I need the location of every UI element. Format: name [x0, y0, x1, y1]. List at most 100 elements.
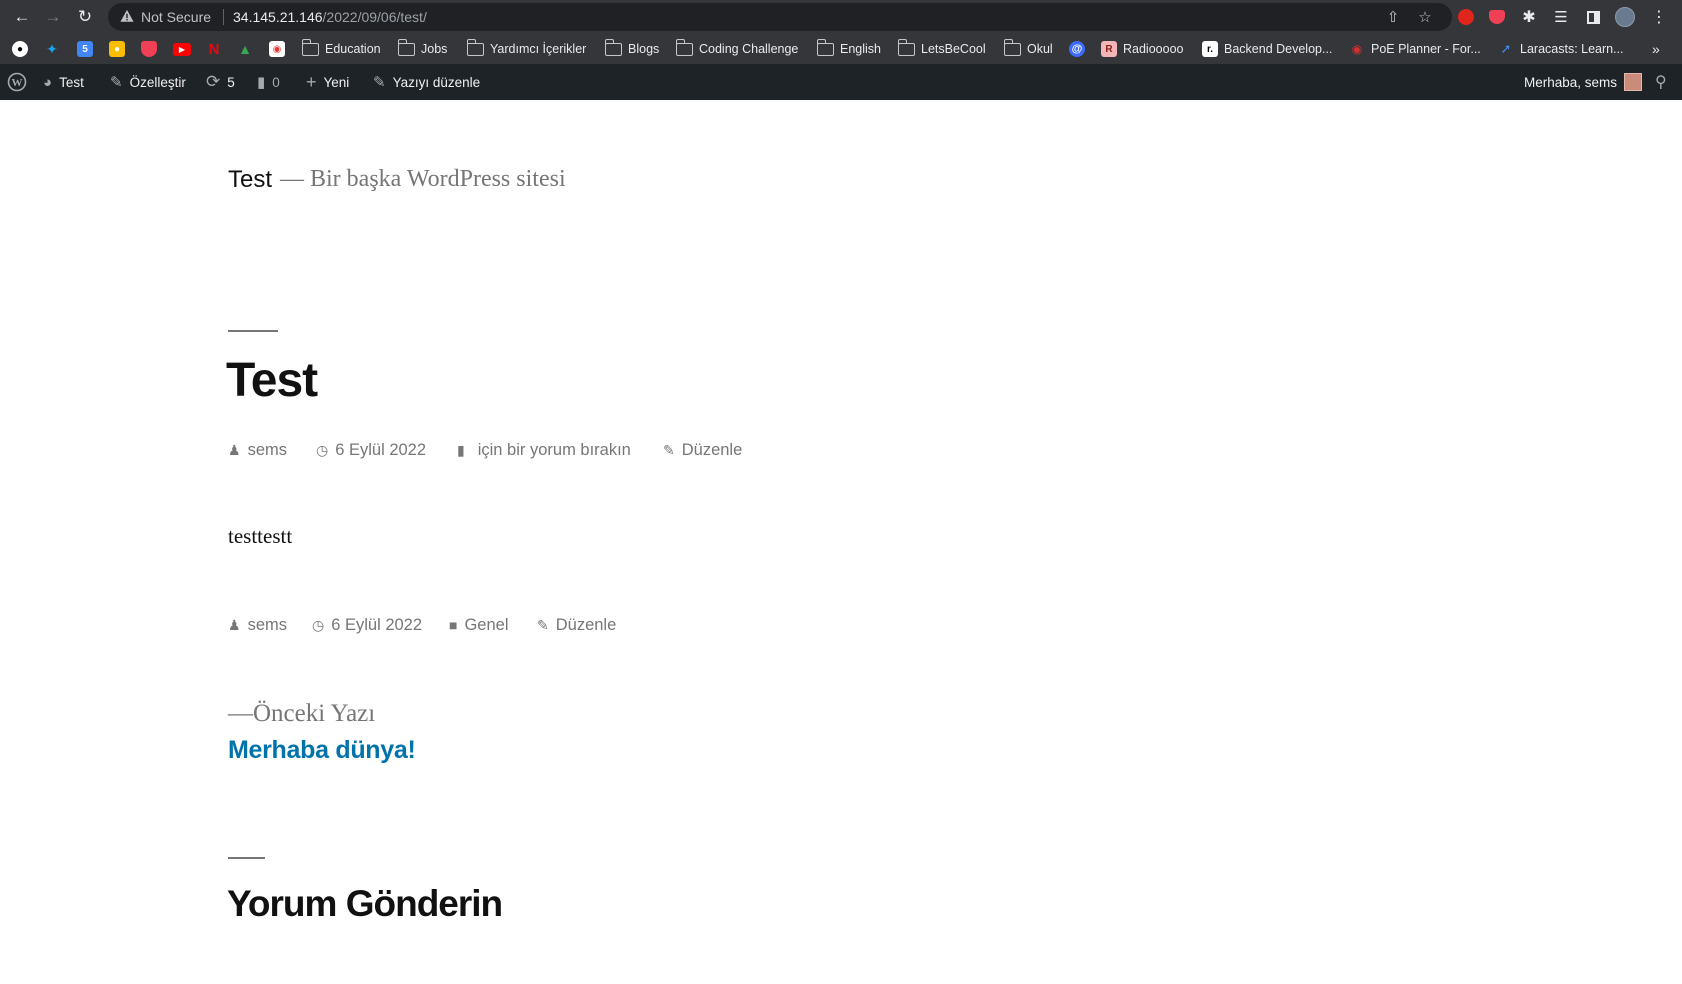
- bookmark-label: Okul: [1027, 42, 1053, 56]
- youtube-bookmark[interactable]: ▶: [173, 38, 191, 60]
- updates-icon: ⟳: [206, 72, 221, 91]
- forward-arrow-icon[interactable]: →: [41, 5, 65, 29]
- reload-icon[interactable]: ↻: [73, 5, 97, 29]
- my-account-menu[interactable]: Merhaba, sems: [1524, 64, 1643, 100]
- comments-menu[interactable]: ▮ 0: [257, 64, 280, 100]
- bookmark-label: LetsBeCool: [921, 42, 986, 56]
- side-panel-icon[interactable]: [1582, 6, 1604, 28]
- edit-post-label: Yazıyı düzenle: [392, 74, 481, 90]
- at-sign-icon: @: [1069, 41, 1085, 57]
- pocket-bookmark[interactable]: [141, 38, 157, 60]
- new-content-menu[interactable]: + Yeni: [306, 64, 349, 100]
- bookmark-poe[interactable]: ◉ PoE Planner - For...: [1349, 38, 1481, 60]
- bookmark-label: Education: [325, 42, 381, 56]
- post-date-label: 6 Eylül 2022: [331, 615, 423, 634]
- browser-menu-icon[interactable]: ⋮: [1648, 6, 1670, 28]
- previous-post-label: —Önceki Yazı: [228, 700, 376, 727]
- github-bookmark[interactable]: ●: [12, 38, 28, 60]
- url-host: 34.145.21.146: [233, 9, 323, 25]
- drive-bookmark[interactable]: ▲: [237, 38, 253, 60]
- edit-label: Düzenle: [555, 615, 617, 634]
- plus-icon: +: [306, 71, 317, 92]
- bookmark-folder-yardimci[interactable]: Yardımcı İçerikler: [466, 38, 586, 60]
- post-body: testtestt: [228, 524, 293, 548]
- wp-logo-menu[interactable]: W: [7, 64, 27, 100]
- admin-search-button[interactable]: ⚲: [1655, 64, 1667, 100]
- customize-menu[interactable]: ✎ Özelleştir: [110, 64, 186, 100]
- twitter-bookmark[interactable]: ✦: [44, 38, 60, 60]
- calendar-bookmark[interactable]: 5: [77, 38, 93, 60]
- bookmark-folder-english[interactable]: English: [816, 38, 881, 60]
- security-label[interactable]: Not Secure: [141, 9, 211, 25]
- post-category[interactable]: ■ Genel: [449, 613, 509, 637]
- post-date-footer[interactable]: ◷ 6 Eylül 2022: [312, 613, 422, 637]
- keep-bookmark[interactable]: ●: [109, 38, 125, 60]
- previous-post-link[interactable]: Merhaba dünya!: [228, 736, 416, 765]
- misc-bookmark[interactable]: ◉: [269, 38, 285, 60]
- bookmark-folder-education[interactable]: Education: [301, 38, 381, 60]
- bookmark-label: Coding Challenge: [699, 42, 799, 56]
- adblock-extension-icon[interactable]: [1455, 6, 1477, 28]
- post-date[interactable]: ◷ 6 Eylül 2022: [316, 438, 426, 462]
- bookmark-radio[interactable]: R Radiooooo: [1101, 38, 1183, 60]
- twitter-bird-icon: ✦: [46, 40, 58, 57]
- post-author[interactable]: ♟ sems: [228, 438, 287, 462]
- profile-avatar[interactable]: [1614, 6, 1636, 28]
- bookmark-laracasts[interactable]: ➚ Laracasts: Learn...: [1498, 38, 1624, 60]
- bookmark-folder-blogs[interactable]: Blogs: [604, 38, 659, 60]
- poe-planner-icon: ◉: [1351, 42, 1363, 56]
- post-author-label: sems: [247, 615, 287, 634]
- post-author-label: sems: [247, 440, 287, 459]
- address-bar[interactable]: Not Secure 34.145.21.146/2022/09/06/test…: [108, 3, 1452, 31]
- edit-post-menu[interactable]: ✎ Yazıyı düzenle: [373, 64, 480, 100]
- dashboard-gauge-icon: ◕: [43, 73, 53, 91]
- new-label: Yeni: [323, 74, 350, 90]
- pocket-extension-icon[interactable]: [1486, 6, 1508, 28]
- mail-bookmark[interactable]: @: [1069, 38, 1085, 60]
- netflix-icon: N: [208, 40, 220, 58]
- back-arrow-icon[interactable]: ←: [10, 5, 34, 29]
- share-icon[interactable]: ⇧: [1384, 8, 1402, 26]
- wordpress-logo-icon: W: [7, 72, 27, 92]
- url-path: /2022/09/06/test/: [322, 9, 427, 25]
- url-text[interactable]: 34.145.21.146/2022/09/06/test/: [233, 9, 427, 25]
- extensions-puzzle-icon[interactable]: ✱: [1518, 6, 1540, 28]
- pencil-icon: ✎: [373, 74, 386, 91]
- updates-menu[interactable]: ⟳ 5: [206, 64, 235, 100]
- bookmark-folder-jobs[interactable]: Jobs: [397, 38, 447, 60]
- folder-icon: [604, 38, 622, 56]
- red-app-icon: ◉: [269, 41, 285, 57]
- bookmark-folder-okul[interactable]: Okul: [1003, 38, 1053, 60]
- bookmark-backend[interactable]: r. Backend Develop...: [1202, 38, 1332, 60]
- comments-count: 0: [272, 74, 280, 90]
- bookmark-label: PoE Planner - For...: [1371, 42, 1481, 56]
- category-label: Genel: [464, 615, 509, 634]
- post-comment-link[interactable]: ▮ için bir yorum bırakın: [457, 438, 631, 462]
- post-edit-link[interactable]: ✎ Düzenle: [663, 438, 742, 462]
- updates-count: 5: [227, 74, 235, 90]
- site-name-menu[interactable]: ◕ Test: [43, 64, 84, 100]
- bookmark-label: Backend Develop...: [1224, 42, 1333, 56]
- search-icon: ⚲: [1655, 74, 1667, 91]
- bookmark-folder-coding[interactable]: Coding Challenge: [675, 38, 799, 60]
- greeting-label: Merhaba, sems: [1524, 74, 1618, 90]
- browser-toolbar: ← → ↻ Not Secure 34.145.21.146/2022/09/0…: [0, 0, 1682, 34]
- bookmarks-overflow-chevron[interactable]: »: [1652, 38, 1660, 60]
- edit-label: Düzenle: [681, 440, 743, 459]
- comment-bubble-icon: ▮: [257, 74, 266, 91]
- site-description: — Bir başka WordPress sitesi: [280, 166, 566, 192]
- bookmark-folder-letsbecool[interactable]: LetsBeCool: [897, 38, 986, 60]
- roadmap-r-icon: r.: [1202, 41, 1218, 57]
- bookmark-label: English: [840, 42, 881, 56]
- github-icon: ●: [12, 41, 28, 57]
- customize-label: Özelleştir: [129, 74, 186, 90]
- netflix-bookmark[interactable]: N: [206, 38, 222, 60]
- folder-icon: [897, 38, 915, 56]
- bookmark-label: Radiooooo: [1123, 42, 1184, 56]
- user-avatar: [1624, 73, 1643, 91]
- site-title[interactable]: Test: [228, 166, 272, 194]
- post-author-footer[interactable]: ♟ sems: [228, 613, 287, 637]
- bookmark-star-icon[interactable]: ☆: [1416, 8, 1434, 26]
- post-edit-link-footer[interactable]: ✎ Düzenle: [537, 613, 616, 637]
- media-queue-icon[interactable]: ☰: [1550, 6, 1572, 28]
